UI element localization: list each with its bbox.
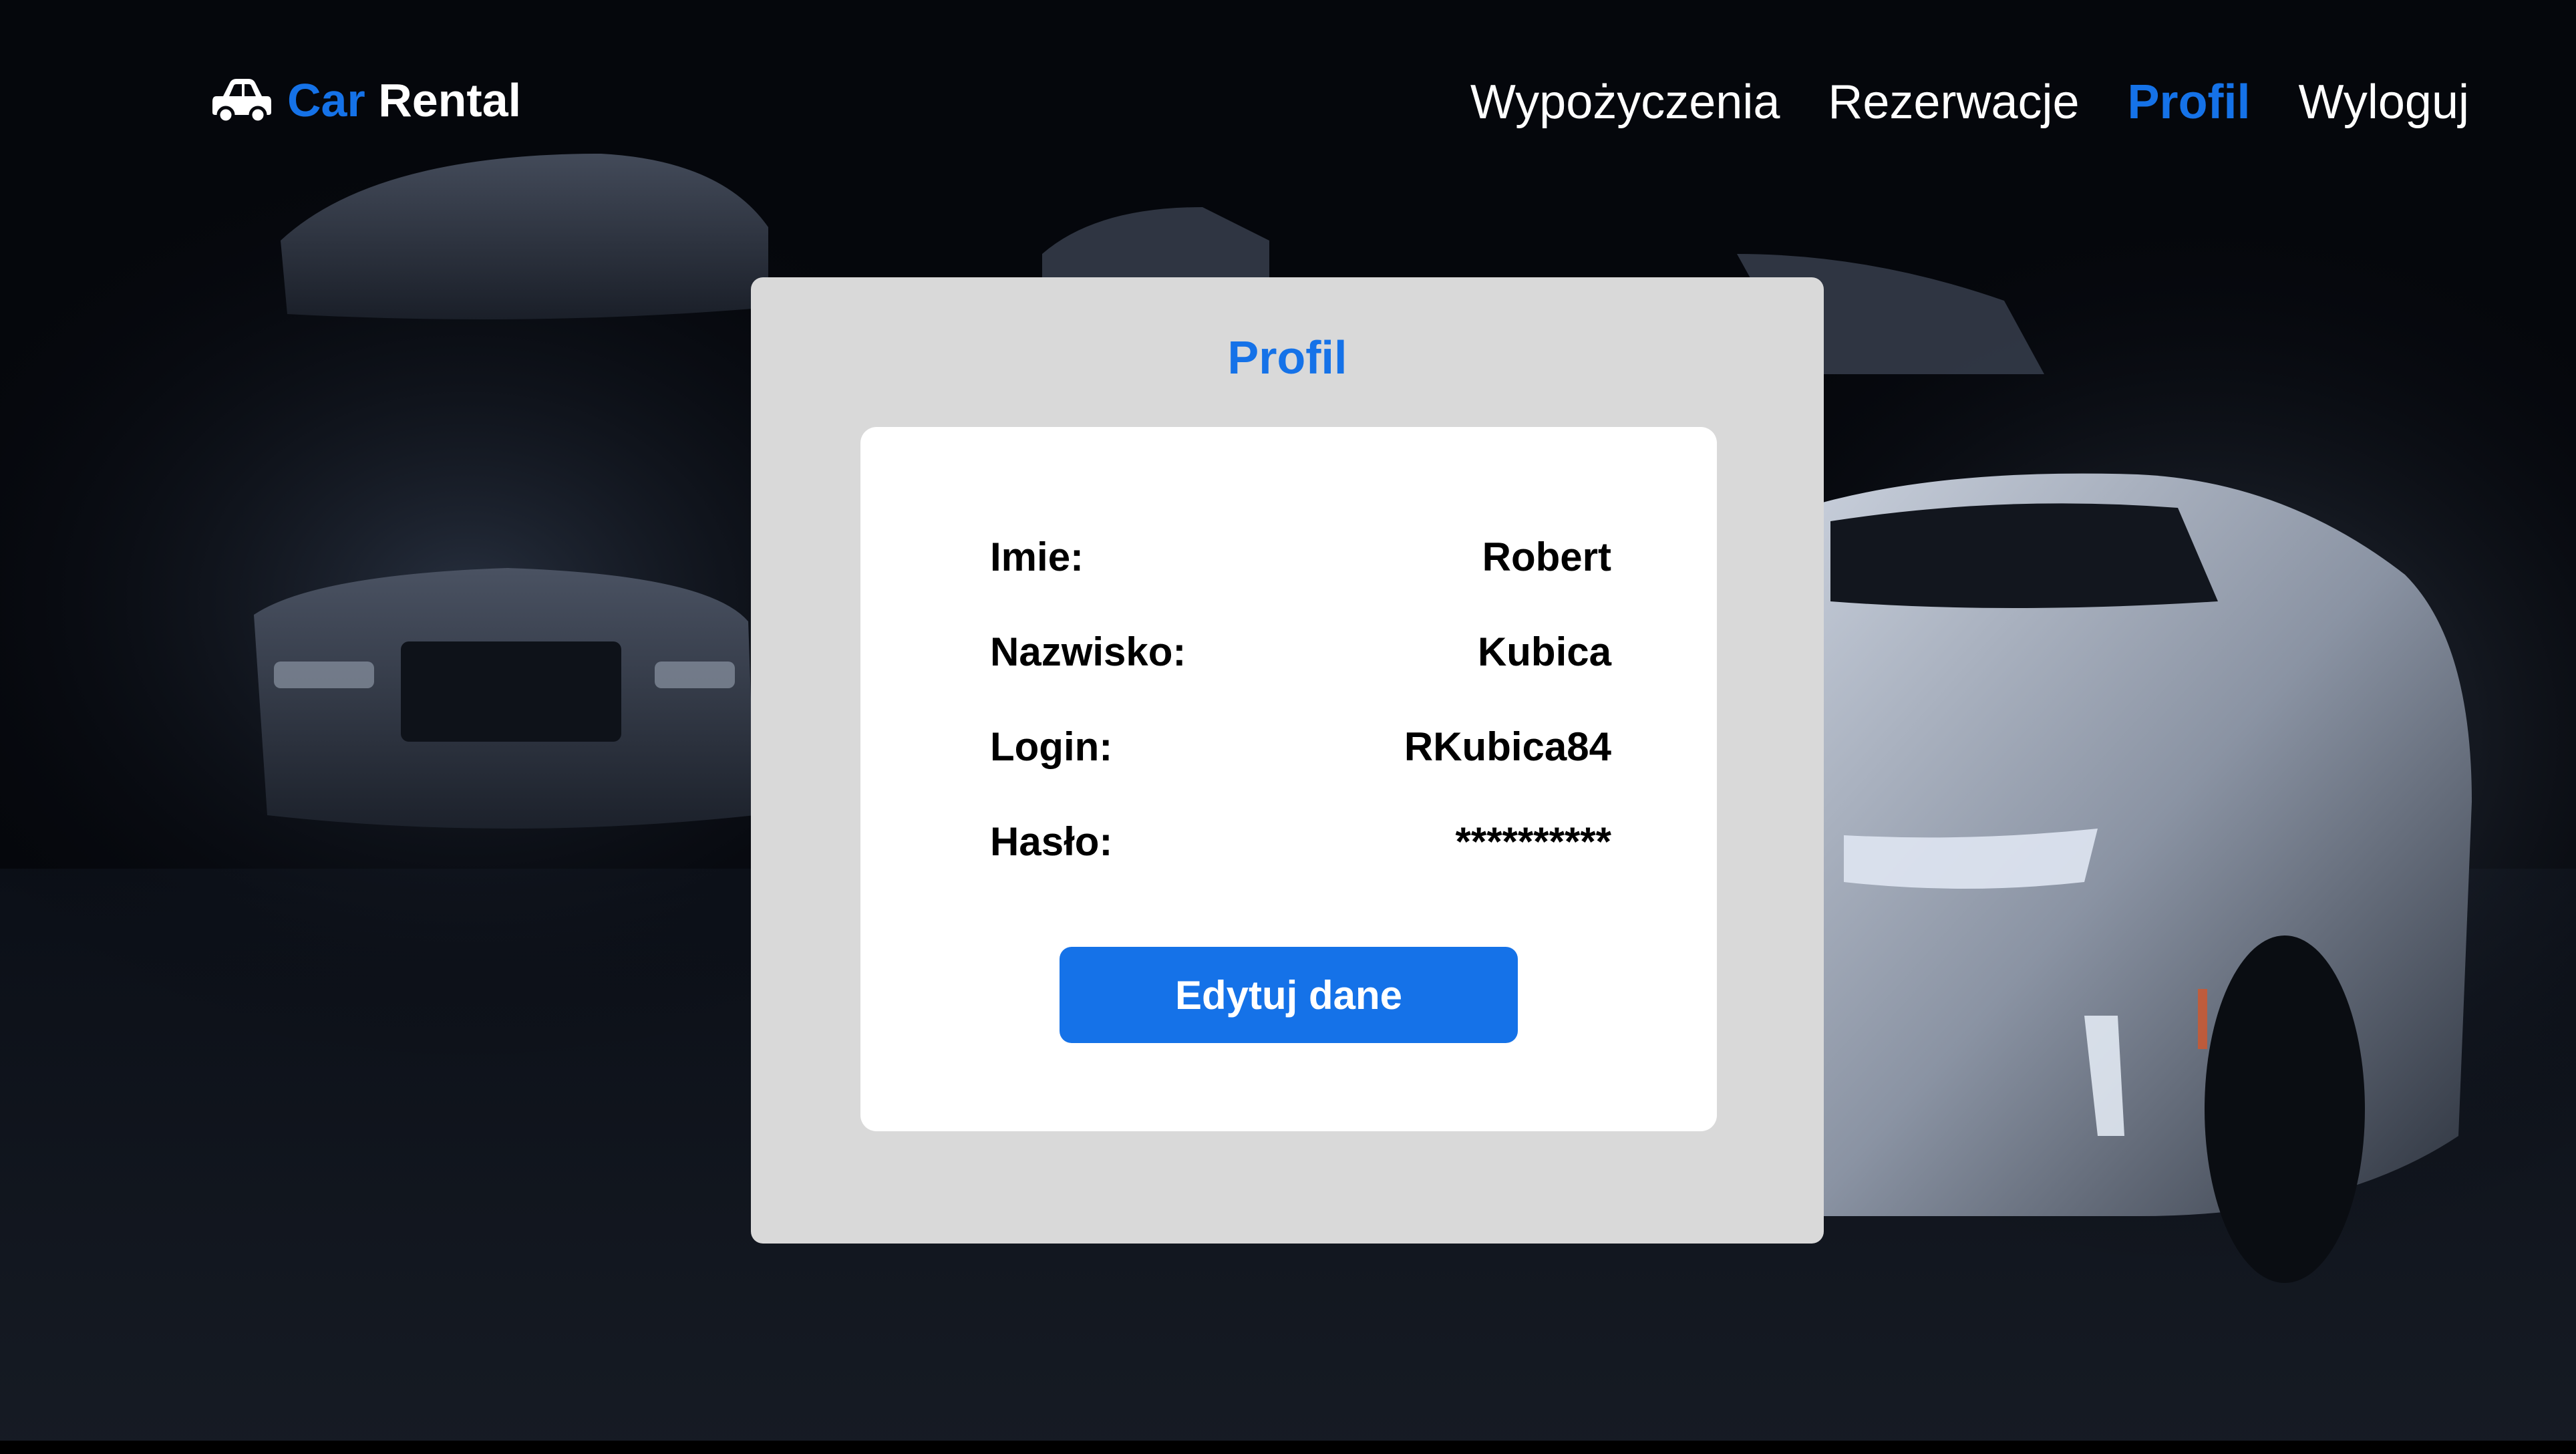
bottom-edge	[0, 1441, 2576, 1454]
last-name-label: Nazwisko:	[990, 629, 1186, 674]
profile-details-panel: Imie: Robert Nazwisko: Kubica Login: RKu…	[860, 427, 1717, 1131]
car-icon	[212, 79, 271, 124]
nav-link-profil[interactable]: Profil	[2128, 75, 2251, 130]
profile-card: Profil Imie: Robert Nazwisko: Kubica Log…	[751, 277, 1824, 1244]
top-navbar: Car Rental Wypożyczenia Rezerwacje Profi…	[0, 0, 2576, 200]
login-label: Login:	[990, 724, 1113, 769]
profile-row-login: Login: RKubica84	[990, 724, 1611, 784]
login-value: RKubica84	[1404, 724, 1611, 769]
last-name-value: Kubica	[1477, 629, 1611, 674]
password-value: **********	[1455, 819, 1612, 864]
brand-name-accent: Car	[287, 74, 365, 126]
page: Car Rental Wypożyczenia Rezerwacje Profi…	[0, 0, 2576, 1454]
profile-row-first-name: Imie: Robert	[990, 534, 1611, 594]
nav-link-wypozyczenia[interactable]: Wypożyczenia	[1470, 75, 1780, 130]
edit-profile-button[interactable]: Edytuj dane	[1060, 947, 1518, 1043]
nav-link-rezerwacje[interactable]: Rezerwacje	[1828, 75, 2079, 130]
profile-row-password: Hasło: **********	[990, 819, 1611, 879]
first-name-value: Robert	[1482, 535, 1611, 579]
main-nav: Wypożyczenia Rezerwacje Profil Wyloguj	[1470, 75, 2469, 130]
brand-name: Car Rental	[287, 74, 521, 127]
password-label: Hasło:	[990, 819, 1113, 864]
brand-name-rest: Rental	[378, 74, 522, 126]
profile-title: Profil	[1227, 331, 1347, 384]
first-name-label: Imie:	[990, 535, 1084, 579]
nav-link-wyloguj[interactable]: Wyloguj	[2299, 75, 2469, 130]
profile-row-last-name: Nazwisko: Kubica	[990, 629, 1611, 689]
brand-logo[interactable]: Car Rental	[211, 74, 521, 127]
